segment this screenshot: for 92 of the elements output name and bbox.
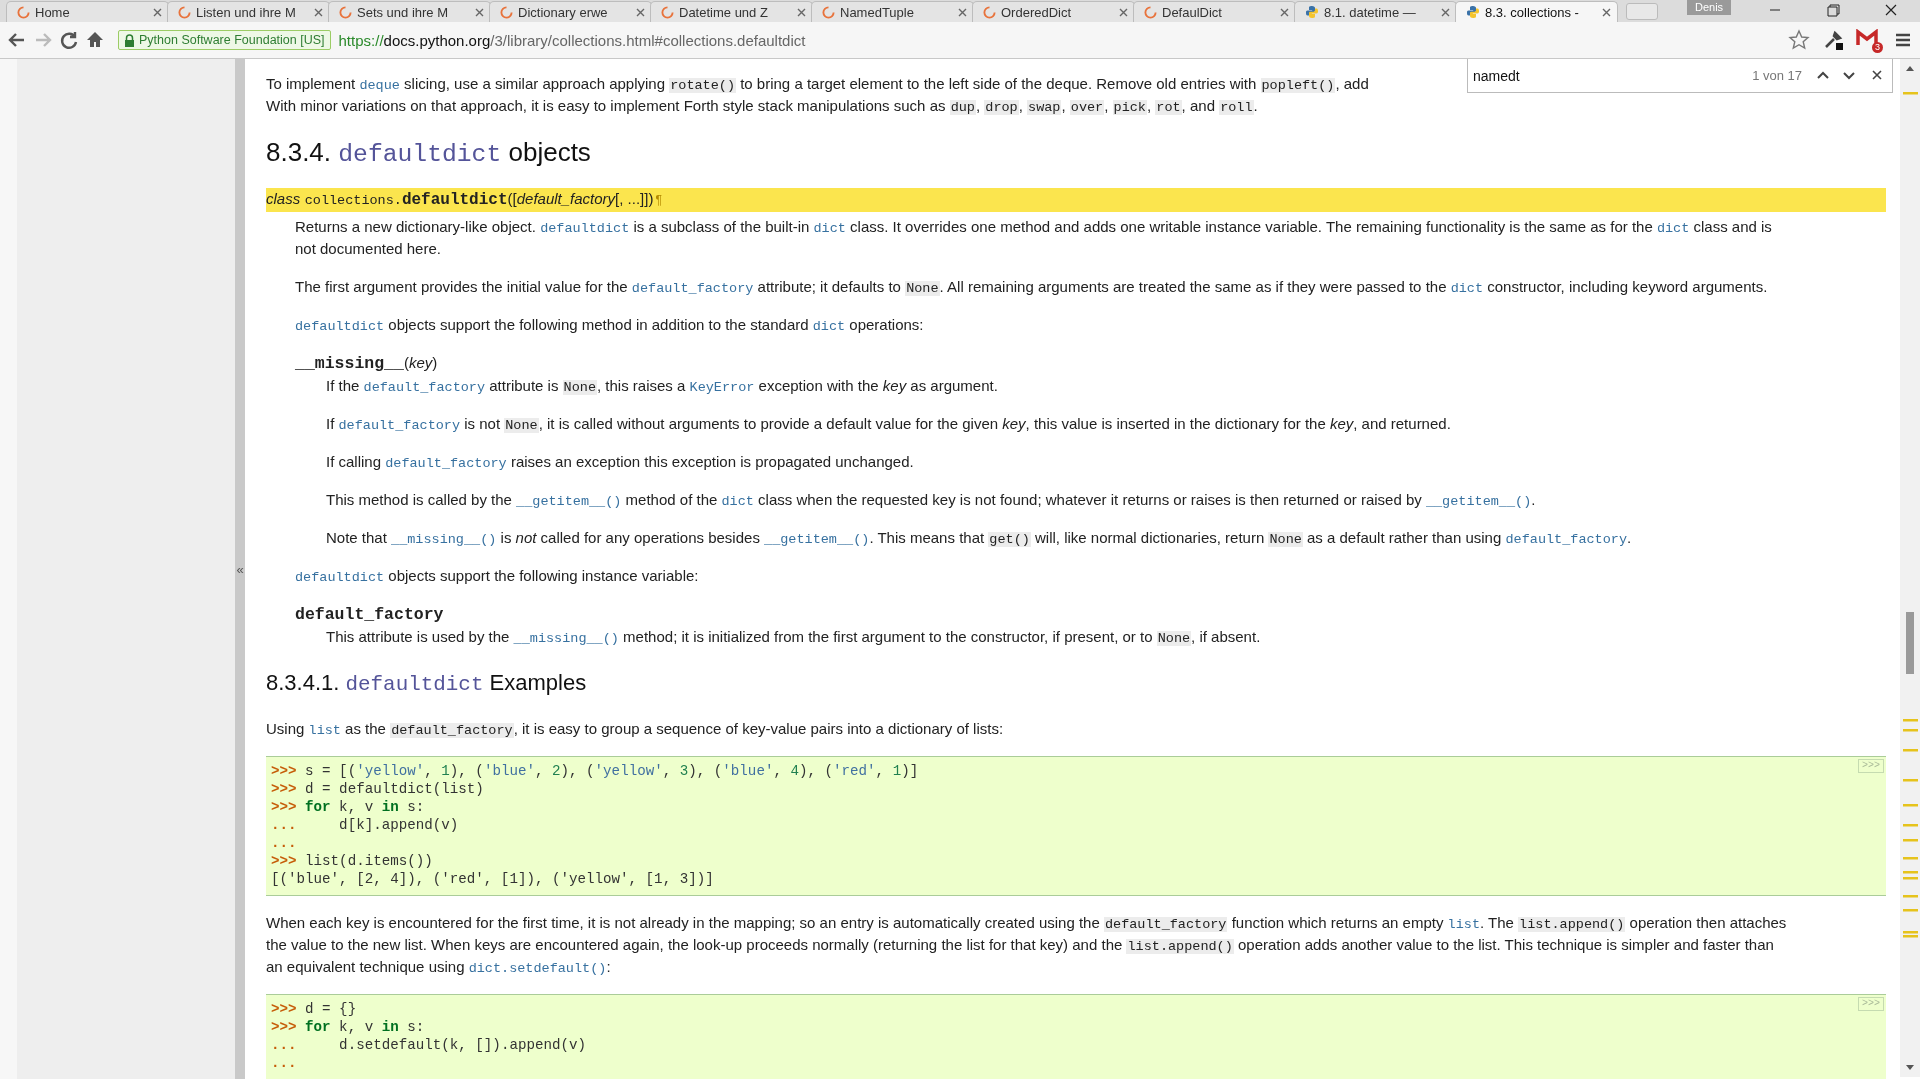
sidebar-collapse-button[interactable]: « xyxy=(235,59,245,1079)
code-link[interactable]: default_factory xyxy=(363,380,486,395)
loading-spinner-icon xyxy=(500,5,513,19)
security-badge[interactable]: Python Software Foundation [US] xyxy=(118,30,331,50)
notification-badge: 3 xyxy=(1872,42,1883,53)
mail-extension-button[interactable]: 3 xyxy=(1856,29,1880,51)
code-link[interactable]: dict.setdefault() xyxy=(468,961,607,976)
code-link[interactable]: default_factory xyxy=(338,418,461,433)
loading-spinner-icon xyxy=(1144,5,1157,19)
code-line: >>> list(d.items()) xyxy=(271,852,433,870)
loading-spinner-icon xyxy=(17,5,30,19)
section-heading: 8.3.4. defaultdict objects xyxy=(266,137,592,168)
code-line: >>> s = [('yellow', 1), ('blue', 2), ('yellow', 3), ('blue', 4), ('red', 1)] xyxy=(271,762,919,780)
browser-tab[interactable]: Datetime und Z xyxy=(650,1,813,22)
code-link[interactable]: defaultdict xyxy=(295,570,385,585)
loading-spinner-icon xyxy=(822,5,835,19)
method-signature: __missing__(key) xyxy=(295,353,439,375)
browser-tab[interactable]: 8.1. datetime — xyxy=(1294,1,1457,22)
paragraph: If default_factory is not None, it is called without arguments to provide a default value for the given key, this value is inserted in the dictionary for the key, and returned. xyxy=(326,414,1452,435)
close-icon[interactable] xyxy=(475,7,484,17)
code-link[interactable]: dict xyxy=(1450,281,1484,296)
close-icon[interactable] xyxy=(958,7,967,17)
code-link[interactable]: KeyError xyxy=(689,380,755,395)
code-link[interactable]: default_factory xyxy=(385,456,507,471)
code-link[interactable]: __getitem__() xyxy=(764,532,870,547)
python-logo-icon xyxy=(1466,5,1480,19)
code-link[interactable]: dict xyxy=(812,319,846,334)
close-icon[interactable] xyxy=(797,7,806,17)
close-icon[interactable] xyxy=(1862,59,1893,93)
code-line: >>> d = defaultdict(list) xyxy=(271,780,484,798)
find-input-field[interactable]: namedt xyxy=(1467,59,1753,93)
code-link[interactable]: list xyxy=(1447,917,1480,932)
close-icon[interactable] xyxy=(1602,7,1611,17)
browser-tab[interactable]: Sets und ihre M xyxy=(328,1,491,22)
close-icon[interactable] xyxy=(636,7,645,17)
loading-spinner-icon xyxy=(661,5,674,19)
code-line: >>> d = {} xyxy=(271,1000,357,1018)
code-link[interactable]: defaultdict xyxy=(540,221,630,236)
browser-tab[interactable]: Dictionary erwe xyxy=(489,1,652,22)
paragraph: defaultdict objects support the following instance variable: xyxy=(295,566,700,587)
reload-icon[interactable] xyxy=(58,29,80,51)
close-icon[interactable] xyxy=(314,7,323,17)
browser-tab[interactable]: Listen und ihre M xyxy=(167,1,330,22)
address-field[interactable]: https://docs.python.org/3/library/collections.html#collections.defaultdict xyxy=(334,31,1776,49)
code-link[interactable]: list xyxy=(308,723,341,738)
code-link[interactable]: dict xyxy=(721,494,754,509)
code-link[interactable]: default_factory xyxy=(1505,532,1627,547)
close-icon[interactable] xyxy=(1280,7,1289,17)
code-link[interactable]: __missing__() xyxy=(513,631,619,646)
loading-spinner-icon xyxy=(178,5,191,19)
paragraph: defaultdict objects support the following method in addition to the standard dict operations: xyxy=(295,315,925,336)
paragraph: When each key is encountered for the first time, it is not already in the mapping; so an entry is automatically created using the default_factory function which returns an empty list. The list.append() operation then attaches the value to the new list. When keys are encountered again, the look-up proceeds normally (returning the list for that key) and the list.append() operation adds another value to the list. This technique is simpler and faster than an equivalent technique using dict.setdefault(): xyxy=(266,913,1788,978)
code-line: ... xyxy=(271,1054,297,1072)
paragraph: The first argument provides the initial value for the default_factory attribute; it defaults to None. All remaining arguments are treated the same as if they were passed to the dict constructor, including keyword arguments. xyxy=(295,277,1769,298)
lock-icon xyxy=(124,33,135,47)
code-line: ... d.setdefault(k, []).append(v) xyxy=(271,1036,587,1054)
close-icon[interactable] xyxy=(1119,7,1128,17)
paragraph: Returns a new dictionary-like object. defaultdict is a subclass of the built-in dict class. It overrides one method and adds one writable instance variable. The remaining functionality is the same as for the dict class and is not documented here. xyxy=(295,217,1773,259)
paragraph: This method is called by the __getitem__() method of the dict class when the requested key is not found; whatever it returns or raises is then returned or raised by __getitem__(). xyxy=(326,490,1537,511)
code-link[interactable]: __getitem__() xyxy=(1425,494,1532,509)
paragraph: If the default_factory attribute is None, this raises a KeyError exception with the key as argument. xyxy=(326,376,999,397)
paragraph: This attribute is used by the __missing__() method; it is initialized from the first argument to the constructor, if present, or to None, if absent. xyxy=(326,627,1262,648)
code-line: [('blue', [2, 4]), ('red', [1]), ('yellow', [1, 3])] xyxy=(271,870,714,888)
code-line: ... d[k].append(v) xyxy=(271,816,459,834)
browser-tab[interactable]: NamedTuple xyxy=(811,1,974,22)
code-link[interactable]: __missing__() xyxy=(391,532,497,547)
profile-badge[interactable]: Denis xyxy=(1687,0,1732,15)
attribute-signature: default_factory xyxy=(295,604,445,626)
code-link[interactable]: dict xyxy=(813,221,846,236)
browser-tab[interactable]: Home xyxy=(6,1,169,22)
close-icon[interactable] xyxy=(1441,7,1450,17)
star-icon[interactable] xyxy=(1788,29,1810,51)
subsection-heading: 8.3.4.1. defaultdict Examples xyxy=(266,670,588,696)
browser-tab[interactable]: 8.3. collections - xyxy=(1455,1,1618,22)
paragraph: Using list as the default_factory, it is easy to group a sequence of key-value pairs into a dictionary of lists: xyxy=(266,719,1005,740)
code-link[interactable]: default_factory xyxy=(631,281,754,296)
code-line: ... xyxy=(271,834,297,852)
code-link[interactable]: defaultdict xyxy=(295,319,385,334)
browser-tab[interactable]: OrderedDict xyxy=(972,1,1135,22)
paragraph: If calling default_factory raises an exception this exception is propagated unchanged. xyxy=(326,452,915,473)
browser-tab[interactable]: DefaulDict xyxy=(1133,1,1296,22)
code-link[interactable]: __getitem__() xyxy=(516,494,622,509)
paragraph: Note that __missing__() is not called for any operations besides __getitem__(). This means that get() will, like normal dictionaries, return None as a default rather than using default_factory. xyxy=(326,528,1633,549)
code-link[interactable]: deque xyxy=(359,78,400,93)
loading-spinner-icon xyxy=(983,5,996,19)
code-line: >>> for k, v in s: xyxy=(271,1018,425,1036)
python-logo-icon xyxy=(1305,5,1319,19)
code-link[interactable]: dict xyxy=(1656,221,1690,236)
class-signature: class collections.defaultdict([default_factory[, ...]])¶ xyxy=(266,188,1886,212)
code-line: >>> for k, v in s: xyxy=(271,798,425,816)
close-icon[interactable] xyxy=(153,7,162,17)
loading-spinner-icon xyxy=(339,5,352,19)
